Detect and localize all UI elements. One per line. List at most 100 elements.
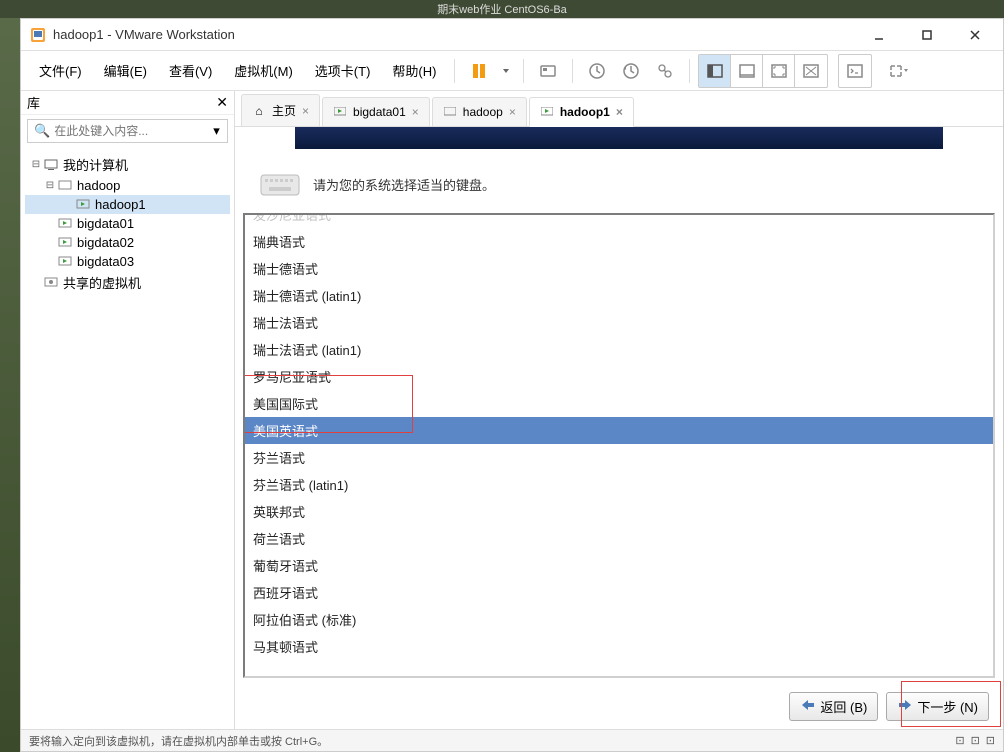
menu-tabs[interactable]: 选项卡(T) (305, 55, 381, 86)
vm-screen[interactable]: 请为您的系统选择适当的键盘。 发沙尼亚语式 瑞典语式 瑞士德语式 瑞士德语式 (… (235, 127, 1003, 729)
tab-hadoop[interactable]: hadoop × (432, 97, 527, 126)
tree-node-hadoop1[interactable]: hadoop1 (25, 195, 230, 214)
vm-running-icon (57, 217, 73, 231)
tree-node-bigdata03[interactable]: bigdata03 (25, 252, 230, 271)
view-fullscreen-button[interactable] (763, 55, 795, 87)
list-item[interactable]: 瑞士法语式 (latin1) (245, 336, 993, 363)
sidebar-close-button[interactable]: ✕ (216, 94, 228, 111)
separator (689, 59, 690, 83)
list-item[interactable]: 葡萄牙语式 (245, 552, 993, 579)
keyboard-icon (259, 169, 301, 199)
send-ctrl-alt-del-button[interactable] (532, 55, 564, 87)
vm-running-icon (540, 105, 554, 119)
menu-edit[interactable]: 编辑(E) (94, 55, 157, 86)
search-box[interactable]: 🔍 ▾ (27, 119, 228, 143)
maximize-button[interactable] (907, 21, 947, 49)
tab-label: 主页 (272, 102, 296, 119)
tab-close[interactable]: × (616, 105, 623, 119)
list-item[interactable]: 罗马尼亚语式 (245, 363, 993, 390)
close-button[interactable] (955, 21, 995, 49)
list-item[interactable]: 西班牙语式 (245, 579, 993, 606)
tab-bigdata01[interactable]: bigdata01 × (322, 97, 430, 126)
device-icon[interactable]: ⊡ (955, 734, 964, 747)
list-item[interactable]: 荷兰语式 (245, 525, 993, 552)
tab-close[interactable]: × (302, 104, 309, 118)
library-tree: ⊟ 我的计算机 ⊟ hadoop hadoop1 (21, 147, 234, 300)
back-label: 返回 (B) (820, 697, 867, 716)
power-dropdown[interactable] (497, 55, 515, 87)
pause-button[interactable] (463, 55, 495, 87)
collapse-icon[interactable]: ⊟ (43, 180, 57, 191)
snapshot-button[interactable] (581, 55, 613, 87)
menu-view[interactable]: 查看(V) (159, 55, 222, 86)
titlebar: hadoop1 - VMware Workstation (21, 19, 1003, 51)
app-icon (29, 26, 47, 44)
tree-node-bigdata02[interactable]: bigdata02 (25, 233, 230, 252)
list-item[interactable]: 美国国际式 (245, 390, 993, 417)
stretch-dropdown-button[interactable] (882, 55, 914, 87)
menu-file[interactable]: 文件(F) (29, 55, 92, 86)
window-title: hadoop1 - VMware Workstation (53, 27, 859, 42)
device-icon[interactable]: ⊡ (971, 734, 980, 747)
menu-vm[interactable]: 虚拟机(M) (224, 55, 303, 86)
computer-icon (43, 158, 59, 172)
installer-banner (295, 127, 943, 149)
tab-label: hadoop (463, 105, 503, 119)
tree-label: bigdata03 (77, 254, 134, 269)
sidebar-title: 库 (27, 93, 40, 112)
snapshot-revert-button[interactable] (615, 55, 647, 87)
separator (572, 59, 573, 83)
shared-vm-icon (43, 276, 59, 290)
tree-label: 我的计算机 (63, 155, 128, 174)
list-item[interactable]: 英联邦式 (245, 498, 993, 525)
console-button[interactable] (839, 55, 871, 87)
list-item[interactable]: 发沙尼亚语式 (245, 213, 993, 228)
collapse-icon[interactable]: ⊟ (29, 159, 43, 170)
back-button[interactable]: 返回 (B) (789, 692, 878, 721)
desktop-taskbar: 期末web作业 CentOS6-Ba (0, 0, 1004, 18)
view-sidebar-button[interactable] (699, 55, 731, 87)
tree-root-mycomputer[interactable]: ⊟ 我的计算机 (25, 153, 230, 176)
list-item[interactable]: 芬兰语式 (latin1) (245, 471, 993, 498)
separator (523, 59, 524, 83)
snapshot-manager-button[interactable] (649, 55, 681, 87)
list-item[interactable]: 马其顿语式 (245, 633, 993, 660)
next-button[interactable]: 下一步 (N) (886, 692, 989, 721)
tree-label: hadoop1 (95, 197, 146, 212)
tree-label: 共享的虚拟机 (63, 273, 141, 292)
vmware-window: hadoop1 - VMware Workstation 文件(F) 编辑(E)… (20, 18, 1004, 752)
keyboard-list[interactable]: 发沙尼亚语式 瑞典语式 瑞士德语式 瑞士德语式 (latin1) 瑞士法语式 瑞… (243, 213, 995, 678)
list-item[interactable]: 瑞典语式 (245, 228, 993, 255)
vm-running-icon (75, 198, 91, 212)
tree-label: bigdata02 (77, 235, 134, 250)
vm-icon (57, 179, 73, 193)
minimize-button[interactable] (859, 21, 899, 49)
view-unity-button[interactable] (795, 55, 827, 87)
menu-help[interactable]: 帮助(H) (382, 55, 446, 86)
search-dropdown[interactable]: ▾ (209, 123, 224, 139)
list-item-selected[interactable]: 美国英语式 (245, 417, 993, 444)
tab-home[interactable]: ⌂ 主页 × (241, 94, 320, 126)
vm-icon (443, 105, 457, 119)
vm-running-icon (57, 255, 73, 269)
tab-close[interactable]: × (412, 105, 419, 119)
tab-close[interactable]: × (509, 105, 516, 119)
list-item[interactable]: 芬兰语式 (245, 444, 993, 471)
sidebar-header: 库 ✕ (21, 91, 234, 115)
menubar: 文件(F) 编辑(E) 查看(V) 虚拟机(M) 选项卡(T) 帮助(H) (21, 51, 1003, 91)
list-item[interactable]: 瑞士德语式 (245, 255, 993, 282)
view-single-button[interactable] (731, 55, 763, 87)
tab-hadoop1[interactable]: hadoop1 × (529, 97, 634, 127)
tree-node-hadoop[interactable]: ⊟ hadoop (25, 176, 230, 195)
list-item[interactable]: 瑞士法语式 (245, 309, 993, 336)
view-mode-group (698, 54, 828, 88)
list-item[interactable]: 阿拉伯语式 (标准) (245, 606, 993, 633)
tab-label: hadoop1 (560, 105, 610, 119)
tree-node-bigdata01[interactable]: bigdata01 (25, 214, 230, 233)
statusbar: 要将输入定向到该虚拟机，请在虚拟机内部单击或按 Ctrl+G。 ⊡ ⊡ ⊡ (21, 729, 1003, 751)
tree-node-shared[interactable]: 共享的虚拟机 (25, 271, 230, 294)
device-icon[interactable]: ⊡ (986, 734, 995, 747)
list-item[interactable]: 瑞士德语式 (latin1) (245, 282, 993, 309)
prompt-text: 请为您的系统选择适当的键盘。 (313, 175, 495, 194)
search-input[interactable] (54, 124, 209, 138)
